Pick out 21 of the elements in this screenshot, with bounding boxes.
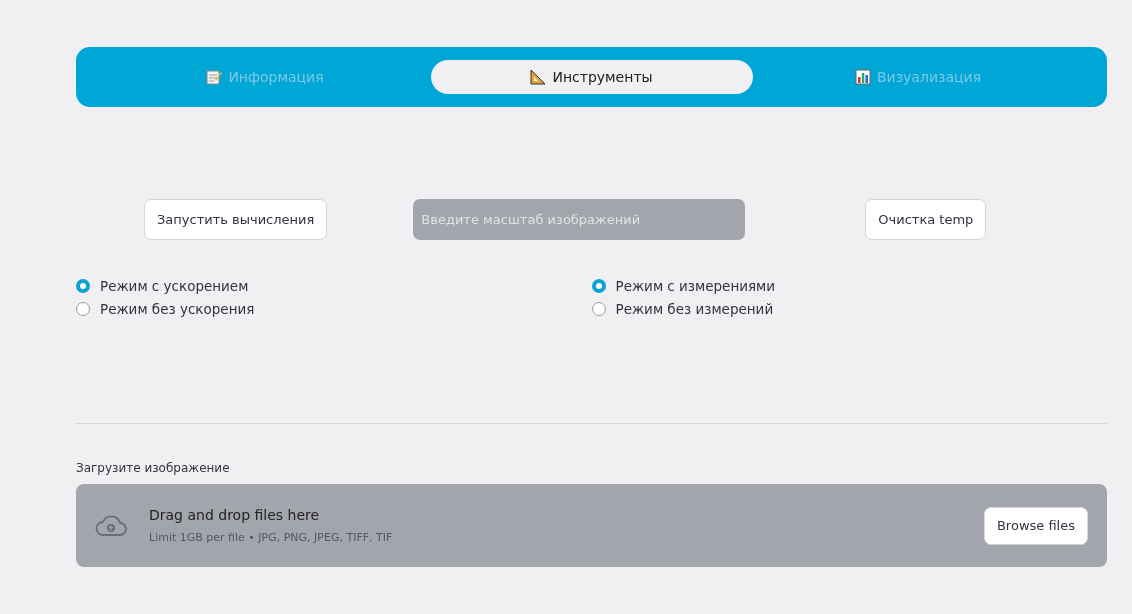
clear-button[interactable]: Очистка temp (865, 199, 987, 240)
run-button[interactable]: Запустить вычисления (144, 199, 328, 240)
scale-input-field[interactable]: Введите масштаб изображений (413, 199, 746, 240)
upload-label: Загрузите изображение (76, 461, 231, 475)
radio-button[interactable] (591, 279, 606, 293)
radio-button[interactable] (76, 279, 90, 293)
dropzone-hint: Limit 1GB per file • JPG, PNG, JPEG, TIFF, TIF (149, 531, 394, 544)
notepad-icon (206, 69, 223, 85)
bar-chart-icon (854, 69, 871, 85)
radio-label: Режим с ускорением (100, 278, 249, 294)
triangle-ruler-icon (530, 69, 547, 85)
cloud-upload-icon (94, 513, 128, 538)
tab[interactable]: Инструменты (430, 60, 753, 94)
radio-label: Режим с измерениями (615, 278, 776, 294)
radio-button[interactable] (591, 302, 606, 316)
radio-button[interactable] (76, 302, 90, 316)
dropzone-title: Drag and drop files here (149, 507, 321, 523)
radio-label: Режим без ускорения (100, 301, 255, 317)
radio-label: Режим без измерений (615, 301, 774, 317)
browse-files-button[interactable]: Browse files (983, 506, 1088, 545)
file-dropzone[interactable]: Drag and drop files here Limit 1GB per file • JPG, PNG, JPEG, TIFF, TIF Browse files (76, 484, 1107, 567)
